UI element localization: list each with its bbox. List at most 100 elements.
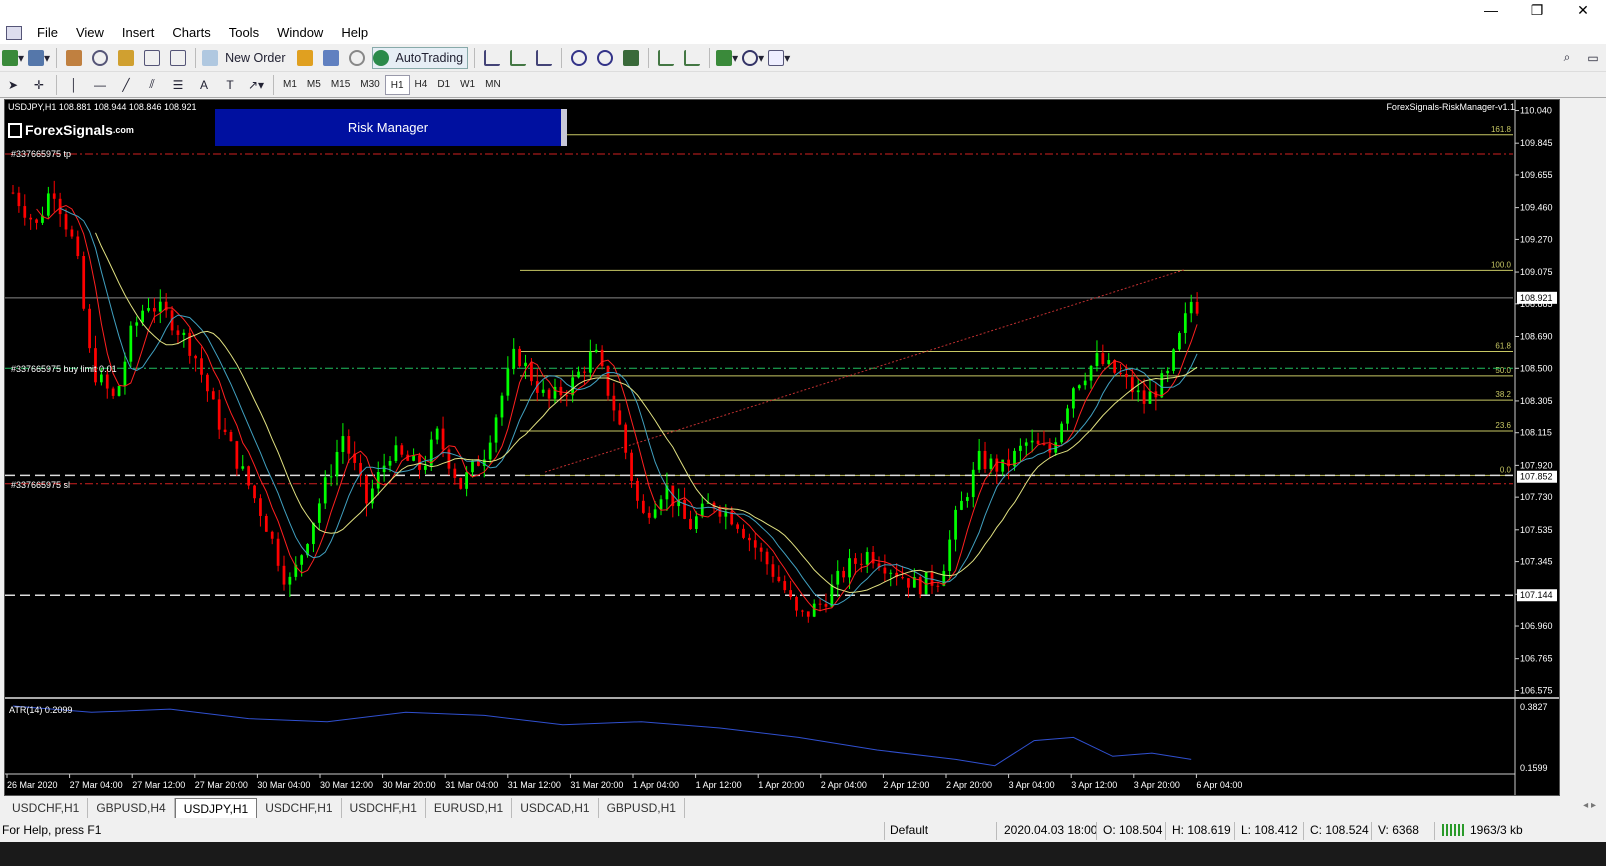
- candle-bear: [1119, 372, 1122, 374]
- line-chart-icon[interactable]: [533, 47, 555, 69]
- equidistant-channel-icon[interactable]: ⫽: [141, 74, 163, 96]
- candle-bear: [777, 576, 781, 582]
- tab-gbpusd-h1[interactable]: GBPUSD,H1: [599, 798, 685, 818]
- candle-bear: [641, 500, 645, 513]
- order-sl-label: #337665975 sl: [11, 480, 71, 490]
- chart-window[interactable]: 110.040 109.845 109.655 109.460 109.270 109.0…: [4, 99, 1560, 796]
- radio-icon[interactable]: [346, 47, 368, 69]
- text-icon[interactable]: A: [193, 74, 215, 96]
- ma-mid-line: [59, 207, 1198, 606]
- tab-usdchf-h1[interactable]: USDCHF,H1: [4, 798, 89, 818]
- zoom-out-icon[interactable]: [594, 47, 616, 69]
- ma-slow-line: [95, 232, 1198, 594]
- tab-usdchf-h1-2[interactable]: USDCHF,H1: [257, 798, 342, 818]
- search-icon[interactable]: ⌕: [1556, 47, 1578, 69]
- new-chart-icon[interactable]: ▾: [2, 47, 24, 69]
- atr-axis-label: 0.3827: [1520, 702, 1548, 712]
- timeframe-h1[interactable]: H1: [384, 74, 410, 95]
- candle-bear: [771, 564, 775, 577]
- candle-bull: [388, 460, 392, 466]
- chat-icon[interactable]: ▭: [1582, 47, 1604, 69]
- tab-usdchf-h1-3[interactable]: USDCHF,H1: [342, 798, 426, 818]
- menu-tools[interactable]: Tools: [220, 22, 268, 44]
- logo-suffix: .com: [112, 125, 134, 135]
- chart-shift-icon[interactable]: [681, 47, 703, 69]
- restore-icon[interactable]: ❐: [1514, 0, 1560, 22]
- candle-bull: [965, 497, 969, 501]
- candle-bull: [1089, 365, 1093, 381]
- timeframe-m5[interactable]: M5: [302, 75, 326, 95]
- fib-trend-line: [544, 269, 1186, 473]
- candle-bear: [211, 391, 215, 400]
- timeframe-m30[interactable]: M30: [355, 75, 384, 95]
- tab-scroll-arrows[interactable]: ◂ ▸: [1583, 800, 1596, 811]
- menu-view[interactable]: View: [67, 22, 113, 44]
- time-tick-label: 3 Apr 20:00: [1134, 780, 1180, 790]
- timeframe-m15[interactable]: M15: [326, 75, 355, 95]
- text-label-icon[interactable]: T: [219, 74, 241, 96]
- horizontal-line-icon[interactable]: —: [89, 74, 111, 96]
- candle-bear: [1195, 301, 1199, 314]
- profiles-icon[interactable]: ▾: [28, 47, 50, 69]
- candle-bear: [530, 362, 533, 382]
- candle-bear: [736, 524, 739, 529]
- candle-bull: [977, 450, 981, 470]
- candle-bear: [636, 480, 639, 501]
- periods-icon[interactable]: ▾: [742, 47, 764, 69]
- risk-manager-button[interactable]: Risk Manager: [215, 109, 567, 146]
- cursor-icon[interactable]: ➤: [2, 74, 24, 96]
- auto-scroll-icon[interactable]: [655, 47, 677, 69]
- timeframe-d1[interactable]: D1: [432, 75, 455, 95]
- candle-bear: [854, 558, 857, 564]
- candle-bear: [76, 236, 80, 257]
- candle-bear: [883, 567, 887, 574]
- timeframe-h4[interactable]: H4: [410, 75, 433, 95]
- timeframe-w1[interactable]: W1: [455, 75, 480, 95]
- vertical-line-icon[interactable]: │: [63, 74, 85, 96]
- candle-bull: [1095, 353, 1099, 366]
- menu-insert[interactable]: Insert: [113, 22, 164, 44]
- candle-bear: [217, 399, 221, 430]
- candle-bull: [1160, 373, 1164, 398]
- new-order-button[interactable]: New Order: [202, 47, 289, 69]
- minimize-icon[interactable]: —: [1468, 0, 1514, 22]
- templates-icon[interactable]: ▾: [768, 47, 790, 69]
- candle-bear: [801, 610, 804, 612]
- menu-window[interactable]: Window: [268, 22, 332, 44]
- tab-eurusd-h1[interactable]: EURUSD,H1: [426, 798, 513, 818]
- signals-icon[interactable]: [320, 47, 342, 69]
- candlestick-icon[interactable]: [507, 47, 529, 69]
- terminal-icon[interactable]: [141, 47, 163, 69]
- menu-help[interactable]: Help: [332, 22, 377, 44]
- menu-charts[interactable]: Charts: [163, 22, 219, 44]
- candle-bear: [818, 603, 822, 605]
- navigator-icon[interactable]: [115, 47, 137, 69]
- menu-file[interactable]: File: [28, 22, 67, 44]
- indicators-icon[interactable]: ▾: [716, 47, 738, 69]
- price-tick-label: 109.655: [1520, 170, 1553, 180]
- tab-usdjpy-h1[interactable]: USDJPY,H1: [174, 798, 258, 818]
- close-icon[interactable]: ✕: [1560, 0, 1606, 22]
- status-low: L: 108.412: [1241, 823, 1298, 837]
- fibonacci-icon[interactable]: ☰: [167, 74, 189, 96]
- arrows-icon[interactable]: ↗▾: [245, 74, 267, 96]
- bar-chart-icon[interactable]: [481, 47, 503, 69]
- candle-bear: [518, 348, 522, 367]
- candle-bull: [1019, 445, 1022, 451]
- metaeditor-icon[interactable]: [294, 47, 316, 69]
- timeframe-mn[interactable]: MN: [480, 75, 506, 95]
- trendline-icon[interactable]: ╱: [115, 74, 137, 96]
- candle-bull: [1166, 370, 1170, 374]
- candle-bull: [123, 361, 127, 387]
- tab-gbpusd-h4[interactable]: GBPUSD,H4: [88, 798, 175, 818]
- zoom-in-icon[interactable]: [568, 47, 590, 69]
- tile-windows-icon[interactable]: [620, 47, 642, 69]
- timeframe-m1[interactable]: M1: [278, 75, 302, 95]
- market-watch-icon[interactable]: [63, 47, 85, 69]
- autotrading-button[interactable]: AutoTrading: [371, 46, 469, 69]
- crosshair-icon[interactable]: ✛: [28, 74, 50, 96]
- data-window-icon[interactable]: [89, 47, 111, 69]
- tester-icon[interactable]: [167, 47, 189, 69]
- tab-usdcad-h1[interactable]: USDCAD,H1: [512, 798, 599, 818]
- candle-bear: [624, 424, 628, 453]
